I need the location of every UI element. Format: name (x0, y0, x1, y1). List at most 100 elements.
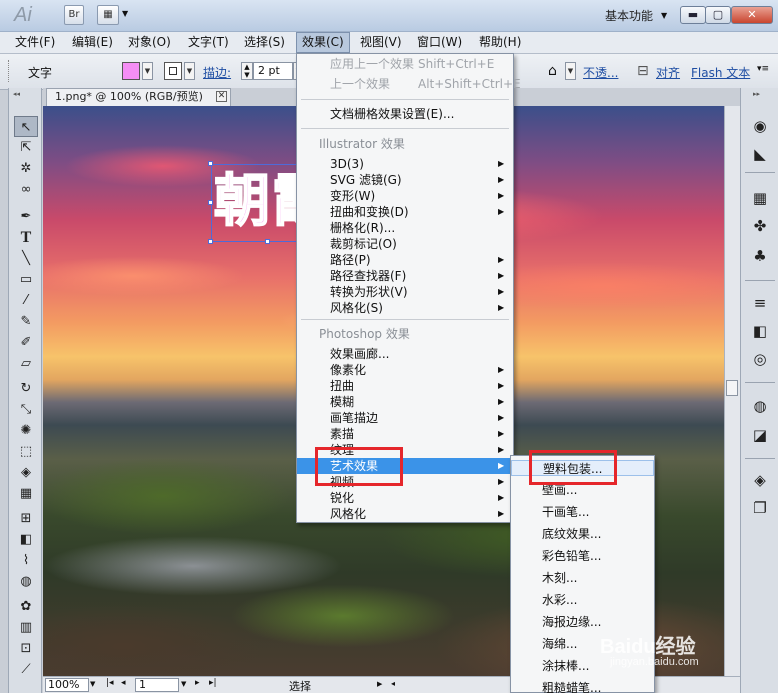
artistic-submenu-item[interactable]: 海报边缘... (511, 614, 654, 630)
magic-wand-tool-icon[interactable]: ✲ (14, 158, 38, 179)
menu-object[interactable]: 对象(O) (123, 32, 176, 53)
lasso-tool-icon[interactable]: ∞ (14, 179, 38, 200)
effect-menu-item[interactable]: 画笔描边 ▶ (297, 410, 513, 426)
stroke-stepper[interactable]: ▲ ▼ (241, 62, 253, 80)
menu-view[interactable]: 视图(V) (355, 32, 407, 53)
rectangle-tool-icon[interactable]: ▭ (14, 269, 38, 290)
symbols-icon[interactable]: ♣ (749, 246, 771, 266)
effect-menu-item[interactable]: 裁剪标记(O) (297, 236, 513, 252)
shape-builder-tool-icon[interactable]: ◈ (14, 462, 38, 483)
menu-select[interactable]: 选择(S) (239, 32, 290, 53)
resize-handle[interactable] (265, 239, 270, 244)
artistic-submenu-item[interactable]: 干画笔... (511, 504, 654, 520)
effect-menu-item[interactable]: 风格化 ▶ (297, 506, 513, 522)
bridge-button[interactable]: Br (64, 5, 84, 25)
scrollbar-thumb[interactable] (726, 380, 738, 396)
perspective-grid-tool-icon[interactable]: ▦ (14, 483, 38, 504)
brushes-icon[interactable]: ✤ (749, 216, 771, 236)
effect-menu-item[interactable]: 扭曲和变换(D) ▶ (297, 204, 513, 220)
color-panel-icon[interactable]: ◉ (749, 116, 771, 136)
graphic-styles-icon[interactable]: ◪ (749, 425, 771, 445)
expand-panels-icon[interactable]: ▸▸ (753, 90, 760, 98)
effect-menu-item[interactable]: 栅格化(R)... (297, 220, 513, 236)
resize-handle[interactable] (208, 239, 213, 244)
artistic-submenu-item[interactable]: 粗糙蜡笔... (511, 680, 654, 693)
rotate-tool-icon[interactable]: ↻ (14, 378, 38, 399)
effect-menu-item[interactable]: 效果画廊... (297, 346, 513, 362)
previous-artboard-icon[interactable]: ◂ (121, 678, 126, 688)
effect-menu-item[interactable]: 像素化 ▶ (297, 362, 513, 378)
gradient-tool-icon[interactable]: ◧ (14, 529, 38, 550)
effect-menu-item[interactable]: 路径(P) ▶ (297, 252, 513, 268)
effect-menu-item[interactable]: 文档栅格效果设置(E)... (297, 106, 513, 122)
workspace-switcher[interactable]: 基本功能 (605, 7, 653, 24)
zoom-field[interactable]: 100% (45, 678, 89, 692)
effect-menu-item[interactable]: 路径查找器(F) ▶ (297, 268, 513, 284)
stroke-weight-input[interactable]: 2 pt (253, 62, 293, 80)
zoom-dropdown-icon[interactable]: ▼ (90, 680, 95, 688)
artboards-icon[interactable]: ❐ (749, 498, 771, 518)
style-icon[interactable]: ⌂ (548, 63, 557, 79)
menu-file[interactable]: 文件(F) (10, 32, 60, 53)
resize-handle[interactable] (208, 200, 213, 205)
mesh-tool-icon[interactable]: ⊞ (14, 508, 38, 529)
menu-type[interactable]: 文字(T) (183, 32, 234, 53)
menu-help[interactable]: 帮助(H) (474, 32, 526, 53)
pen-tool-icon[interactable]: ✒ (14, 206, 38, 227)
line-tool-icon[interactable]: ╲ (14, 248, 38, 269)
artistic-submenu-item[interactable]: 彩色铅笔... (511, 548, 654, 564)
resize-handle[interactable] (208, 161, 213, 166)
close-button[interactable]: ✕ (731, 6, 773, 24)
effect-menu-item[interactable]: 素描 ▶ (297, 426, 513, 442)
type-tool-icon[interactable]: T (14, 227, 38, 248)
opacity-link[interactable]: 不透... (583, 64, 618, 81)
gradient-panel-icon[interactable]: ◧ (749, 321, 771, 341)
warp-tool-icon[interactable]: ✺ (14, 420, 38, 441)
status-menu-icon[interactable]: ▶ (377, 680, 382, 688)
first-artboard-icon[interactable]: |◂ (106, 678, 114, 688)
effect-menu-item[interactable]: 风格化(S) ▶ (297, 300, 513, 316)
stroke-panel-icon[interactable]: ≡ (749, 293, 771, 313)
scroll-left-icon[interactable]: ◂ (391, 679, 395, 688)
stroke-dropdown-icon[interactable]: ▼ (184, 62, 195, 80)
pencil-tool-icon[interactable]: ✎ (14, 311, 38, 332)
stroke-swatch[interactable] (164, 62, 182, 80)
flash-text-link[interactable]: Flash 文本 (691, 64, 750, 81)
panel-menu-icon[interactable]: ▾≡ (757, 64, 769, 74)
chevron-down-icon[interactable]: ▼ (122, 9, 128, 18)
menu-window[interactable]: 窗口(W) (412, 32, 467, 53)
stroke-label[interactable]: 描边: (203, 64, 231, 81)
collapse-icon[interactable]: ◂◂ (13, 90, 20, 98)
menu-edit[interactable]: 编辑(E) (67, 32, 118, 53)
free-transform-tool-icon[interactable]: ⬚ (14, 441, 38, 462)
artistic-submenu-item[interactable]: 底纹效果... (511, 526, 654, 542)
color-guide-icon[interactable]: ◣ (749, 144, 771, 164)
fill-swatch[interactable] (122, 62, 140, 80)
fill-dropdown-icon[interactable]: ▼ (142, 62, 153, 80)
layers-icon[interactable]: ◈ (749, 470, 771, 490)
column-graph-tool-icon[interactable]: ▥ (14, 617, 38, 638)
effect-menu-item[interactable]: SVG 滤镜(G) ▶ (297, 172, 513, 188)
align-link[interactable]: 对齐 (656, 64, 680, 81)
effect-menu-item[interactable]: 扭曲 ▶ (297, 378, 513, 394)
next-artboard-icon[interactable]: ▸ (195, 678, 200, 688)
document-tab[interactable]: 1.png* @ 100% (RGB/预览) (46, 88, 231, 106)
blob-brush-tool-icon[interactable]: ✐ (14, 332, 38, 353)
last-artboard-icon[interactable]: ▸| (209, 678, 217, 688)
artboard-tool-icon[interactable]: ⊡ (14, 638, 38, 659)
transparency-icon[interactable]: ◎ (749, 349, 771, 369)
artistic-submenu-item[interactable]: 水彩... (511, 592, 654, 608)
effect-menu-item[interactable]: 锐化 ▶ (297, 490, 513, 506)
maximize-button[interactable]: ▢ (705, 6, 731, 24)
symbol-sprayer-tool-icon[interactable]: ✿ (14, 596, 38, 617)
scale-tool-icon[interactable]: ⤡ (14, 399, 38, 420)
arrange-documents-icon[interactable]: ▦ (97, 5, 119, 25)
eraser-tool-icon[interactable]: ▱ (14, 353, 38, 374)
direct-selection-tool-icon[interactable]: ⇱ (14, 137, 38, 158)
swatches-icon[interactable]: ▦ (749, 188, 771, 208)
selection-tool-icon[interactable]: ↖ (14, 116, 38, 137)
effect-menu-item[interactable]: 变形(W) ▶ (297, 188, 513, 204)
menu-effect[interactable]: 效果(C) (296, 32, 350, 53)
effect-menu-item[interactable]: 3D(3) ▶ (297, 156, 513, 172)
workspace-chevron-icon[interactable]: ▼ (661, 11, 667, 20)
